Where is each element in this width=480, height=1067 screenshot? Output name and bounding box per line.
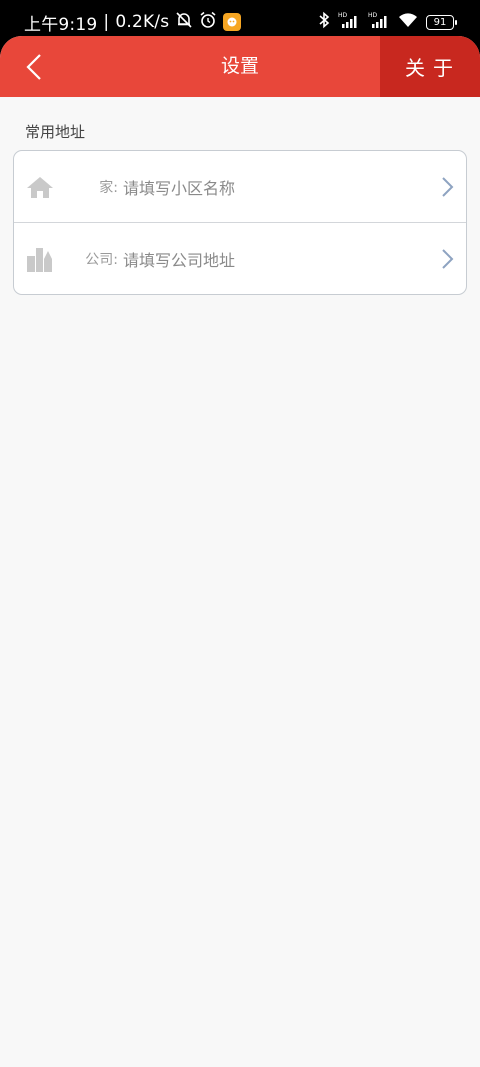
battery-icon: 91 bbox=[426, 14, 457, 30]
back-button[interactable] bbox=[14, 48, 54, 86]
status-time: 上午9:19 bbox=[24, 14, 98, 35]
about-button[interactable]: 关于 bbox=[380, 36, 480, 97]
home-label: 家: bbox=[99, 179, 118, 196]
battery-level: 91 bbox=[433, 16, 447, 28]
address-card: 家: 请填写小区名称 公司: 请填写公司地址 bbox=[13, 150, 467, 295]
status-separator: | bbox=[103, 12, 110, 32]
mute-bell-icon bbox=[175, 11, 193, 34]
status-left: 上午9:19 | 0.2K/s bbox=[24, 10, 242, 35]
bluetooth-icon bbox=[318, 11, 330, 33]
office-building-icon bbox=[25, 244, 55, 274]
svg-text:HD: HD bbox=[338, 12, 348, 19]
signal-hd-icon: HD bbox=[338, 11, 360, 33]
app-notification-icon bbox=[223, 13, 242, 31]
network-speed: 0.2K/s bbox=[115, 12, 170, 32]
chevron-right-icon bbox=[442, 248, 454, 269]
company-label: 公司: bbox=[85, 251, 118, 268]
svg-text:HD: HD bbox=[368, 12, 378, 19]
address-row-company[interactable]: 公司: 请填写公司地址 bbox=[14, 223, 466, 294]
alarm-icon bbox=[199, 11, 217, 34]
navbar: 设置 关于 bbox=[0, 36, 480, 97]
wifi-icon bbox=[398, 12, 418, 32]
home-address-input[interactable]: 请填写小区名称 bbox=[123, 175, 235, 199]
signal-hd-icon: HD bbox=[368, 11, 390, 33]
home-icon bbox=[25, 172, 55, 202]
chevron-right-icon bbox=[442, 176, 454, 197]
address-row-home[interactable]: 家: 请填写小区名称 bbox=[14, 151, 466, 223]
status-right: HD HD 91 bbox=[318, 10, 457, 34]
chevron-left-icon bbox=[26, 54, 41, 80]
settings-screen: 设置 关于 常用地址 家: 请填写小区名称 公司: 请填写公司地址 bbox=[0, 36, 480, 1067]
company-address-input[interactable]: 请填写公司地址 bbox=[123, 247, 235, 271]
section-title-common-addresses: 常用地址 bbox=[25, 123, 86, 141]
